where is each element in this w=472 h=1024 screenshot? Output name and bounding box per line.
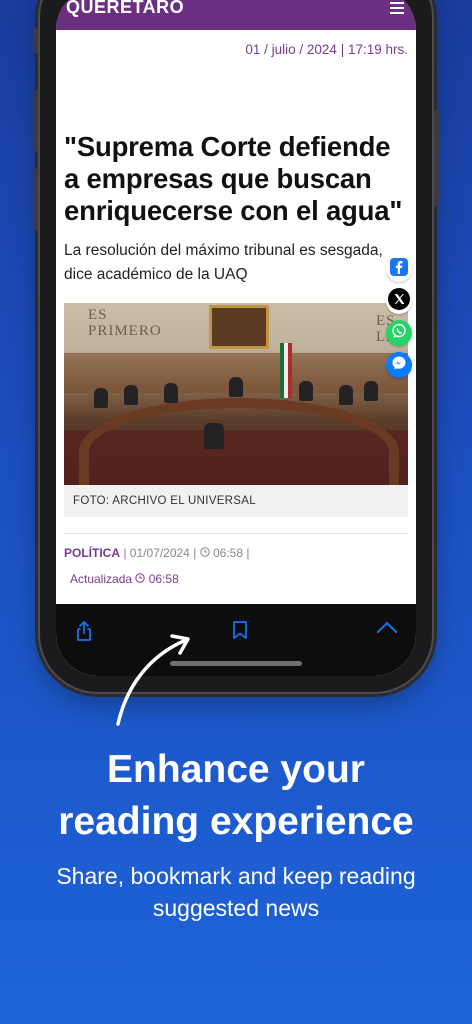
published-time: 06:58 xyxy=(213,546,244,560)
x-icon xyxy=(388,287,410,315)
article-photo[interactable]: ES PRIMERO ES LA xyxy=(64,303,408,485)
photo-person xyxy=(204,423,224,449)
whatsapp-icon xyxy=(391,323,407,344)
photo-person xyxy=(364,381,378,401)
pointer-arrow-icon xyxy=(116,634,190,726)
volume-up-button xyxy=(33,90,38,152)
promo-subtitle-line: Share, bookmark and keep reading xyxy=(56,863,416,889)
photo-caption: FOTO: ARCHIVO EL UNIVERSAL xyxy=(64,485,408,517)
facebook-share-button[interactable] xyxy=(386,256,412,282)
app-header: QUERETARO xyxy=(56,0,416,30)
photo-table xyxy=(79,398,399,485)
photo-person xyxy=(229,377,243,397)
messenger-share-button[interactable] xyxy=(386,352,412,378)
messenger-icon xyxy=(391,355,407,376)
article-subtitle: La resolución del máximo tribunal es ses… xyxy=(64,242,383,283)
article-body: 01 / julio / 2024 | 17:19 hrs. "Suprema … xyxy=(64,30,408,604)
mute-switch xyxy=(33,28,38,54)
promo-subtitle: Share, bookmark and keep reading suggest… xyxy=(0,860,472,924)
chevron-up-icon[interactable] xyxy=(376,620,398,639)
photo-wall-text-left: ES PRIMERO xyxy=(88,307,162,339)
power-button xyxy=(434,110,439,206)
promo-title: Enhance your reading experience xyxy=(0,744,472,848)
article-updated: Actualizada 06:58 xyxy=(64,572,408,586)
clock-icon xyxy=(135,572,146,586)
phone-mockup: QUERETARO 01 / julio / 2024 | 17:19 hrs.… xyxy=(33,0,439,692)
promo-subtitle-line: suggested news xyxy=(152,895,320,921)
whatsapp-share-button[interactable] xyxy=(386,320,412,346)
photo-person xyxy=(94,388,108,408)
bookmark-icon[interactable] xyxy=(232,620,248,645)
photo-portrait xyxy=(209,305,269,349)
photo-person xyxy=(124,385,138,405)
published-date: 01/07/2024 xyxy=(129,546,190,560)
volume-down-button xyxy=(33,168,38,230)
share-bar xyxy=(386,256,412,378)
photo-person xyxy=(164,383,178,403)
promo-title-line: Enhance your xyxy=(107,748,365,791)
updated-label: Actualizada xyxy=(70,572,133,586)
brand-logo[interactable]: QUERETARO xyxy=(66,0,184,18)
facebook-icon xyxy=(389,257,409,282)
article-date: 01 / julio / 2024 | 17:19 hrs. xyxy=(245,42,408,57)
divider xyxy=(64,533,408,534)
clock-icon xyxy=(199,546,210,560)
promo-title-line: reading experience xyxy=(58,800,414,843)
photo-person xyxy=(339,385,353,405)
updated-time: 06:58 xyxy=(148,572,179,586)
x-share-button[interactable] xyxy=(386,287,412,315)
phone-screen: QUERETARO 01 / julio / 2024 | 17:19 hrs.… xyxy=(56,0,416,676)
photo-person xyxy=(299,381,313,401)
share-icon[interactable] xyxy=(74,620,94,647)
hamburger-icon[interactable] xyxy=(390,2,404,18)
article-meta: POLÍTICA | 01/07/2024 | 06:58 | xyxy=(64,546,250,560)
article-headline: "Suprema Corte defiende a empresas que b… xyxy=(64,131,403,226)
photo-flag xyxy=(280,343,292,398)
article-category[interactable]: POLÍTICA xyxy=(64,546,120,560)
